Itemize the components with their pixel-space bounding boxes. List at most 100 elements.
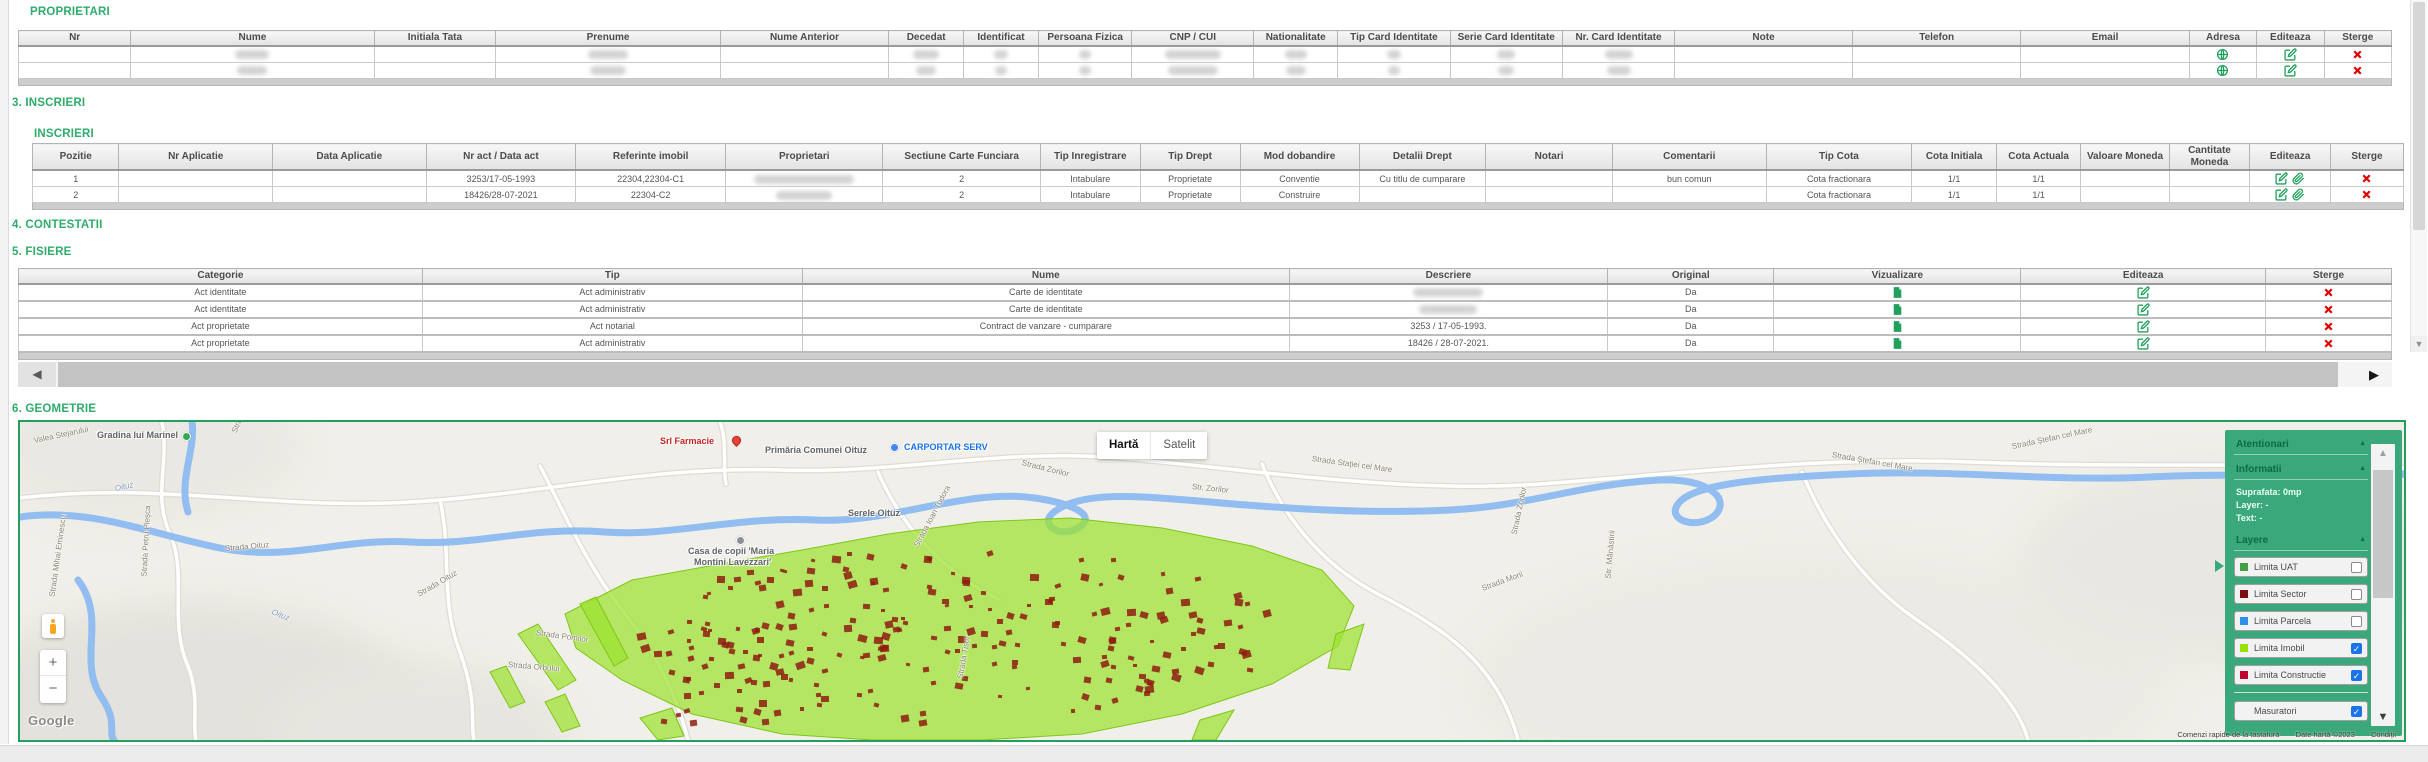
edit-icon[interactable]	[2275, 188, 2288, 201]
column-header[interactable]: Data Aplicatie	[272, 144, 426, 171]
column-header[interactable]: Adresa	[2189, 31, 2256, 46]
horizontal-scrollbar-thumb[interactable]	[58, 362, 2338, 387]
column-header[interactable]: Cantitate Moneda	[2169, 144, 2250, 171]
panel-scrollbar-thumb[interactable]	[2373, 470, 2393, 598]
layer-item-limita-constructie[interactable]: Limita Constructie✓	[2234, 665, 2368, 685]
bottom-scroll-strip[interactable]	[0, 745, 2428, 762]
panel-scrollbar[interactable]: ▲ ▼	[2371, 444, 2395, 726]
column-header[interactable]: Valoare Moneda	[2081, 144, 2169, 171]
scroll-right-arrow-icon[interactable]: ▶	[2362, 362, 2386, 387]
delete-icon[interactable]	[2351, 48, 2364, 61]
scroll-left-arrow-icon[interactable]: ◀	[18, 362, 56, 387]
blue-poi-marker-icon[interactable]	[890, 443, 899, 452]
globe-icon[interactable]	[2216, 48, 2229, 61]
paperclip-icon[interactable]	[2292, 188, 2305, 201]
layer-checkbox[interactable]	[2351, 616, 2362, 627]
column-header[interactable]: Sectiune Carte Funciara	[883, 144, 1040, 171]
paperclip-icon[interactable]	[2292, 172, 2305, 185]
keyboard-shortcuts-link[interactable]: Comenzi rapide de la tastatură	[2177, 730, 2279, 739]
column-header[interactable]: Nume	[802, 269, 1289, 284]
column-header[interactable]: Categorie	[19, 269, 423, 284]
map-canvas[interactable]: Valea StejaruluiStrada BăilorOituzStrada…	[18, 420, 2406, 742]
column-header[interactable]: Nr Aplicatie	[119, 144, 273, 171]
delete-icon[interactable]	[2322, 286, 2335, 299]
layer-item-masuratori[interactable]: Masuratori✓	[2234, 701, 2368, 721]
column-header[interactable]: Descriere	[1289, 269, 1607, 284]
poi-label[interactable]: Casa de copii 'Maria	[688, 546, 774, 556]
column-header[interactable]: Comentarii	[1612, 144, 1766, 171]
table-row[interactable]	[19, 46, 2392, 63]
edit-icon[interactable]	[2284, 48, 2297, 61]
file-icon[interactable]	[1891, 303, 1904, 316]
column-header[interactable]: Nationalitate	[1254, 31, 1338, 46]
column-header[interactable]: Detalii Drept	[1359, 144, 1486, 171]
scroll-down-arrow-icon[interactable]: ▼	[2411, 336, 2427, 352]
edit-icon[interactable]	[2137, 320, 2150, 333]
vertical-scrollbar[interactable]: ▼	[2410, 0, 2427, 352]
column-header[interactable]: Tip Drept	[1140, 144, 1240, 171]
poi-label[interactable]: Srl Farmacie	[660, 436, 714, 446]
inscrieri-grid-hscroll[interactable]	[32, 203, 2404, 210]
column-header[interactable]: Editeaza	[2021, 269, 2266, 284]
column-header[interactable]: Proprietari	[726, 144, 883, 171]
column-header[interactable]: Sterge	[2324, 31, 2392, 46]
table-row[interactable]: 13253/17-05-199322304,22304-C12Intabular…	[33, 170, 2404, 187]
column-header[interactable]: Editeaza	[2257, 31, 2324, 46]
edit-icon[interactable]	[2284, 64, 2297, 77]
column-header[interactable]: Original	[1608, 269, 1774, 284]
column-header[interactable]: Sterge	[2330, 144, 2403, 171]
panel-section-layere[interactable]: Layere ▲	[2234, 532, 2368, 551]
collapse-caret-icon[interactable]: ▲	[2359, 536, 2366, 543]
panel-section-informatii[interactable]: Informatii ▲	[2234, 461, 2368, 480]
poi-label[interactable]: Serele Oituz	[848, 508, 900, 518]
google-logo[interactable]: Google	[28, 713, 75, 728]
column-header[interactable]: Editeaza	[2250, 144, 2331, 171]
edit-icon[interactable]	[2137, 286, 2150, 299]
panel-scroll-down-icon[interactable]: ▼	[2371, 711, 2395, 723]
layer-checkbox[interactable]: ✓	[2351, 670, 2362, 681]
delete-icon[interactable]	[2351, 64, 2364, 77]
layer-checkbox[interactable]	[2351, 589, 2362, 600]
layer-item-limita-imobil[interactable]: Limita Imobil✓	[2234, 638, 2368, 658]
column-header[interactable]: Tip Inregistrare	[1040, 144, 1140, 171]
column-header[interactable]: Decedat	[889, 31, 964, 46]
collapse-caret-icon[interactable]: ▲	[2359, 465, 2366, 472]
column-header[interactable]: Identificat	[964, 31, 1039, 46]
poi-label[interactable]: CARPORTAR SERV	[904, 442, 988, 452]
column-header[interactable]: Vizualizare	[1774, 269, 2021, 284]
column-header[interactable]: Persoana Fizica	[1038, 31, 1132, 46]
file-icon[interactable]	[1891, 337, 1904, 350]
column-header[interactable]: Telefon	[1852, 31, 2020, 46]
terms-link[interactable]: Condiții	[2371, 730, 2396, 739]
collapse-caret-icon[interactable]: ▲	[2359, 440, 2366, 447]
table-row[interactable]: Act identitateAct administrativCarte de …	[19, 301, 2392, 318]
delete-icon[interactable]	[2360, 188, 2373, 201]
panel-scroll-up-icon[interactable]: ▲	[2371, 448, 2395, 459]
table-row[interactable]: Act proprietateAct notarialContract de v…	[19, 318, 2392, 335]
column-header[interactable]: Notari	[1486, 144, 1613, 171]
column-header[interactable]: Sterge	[2266, 269, 2392, 284]
column-header[interactable]: Nr act / Data act	[426, 144, 576, 171]
column-header[interactable]: Cota Initiala	[1912, 144, 1996, 171]
proprietari-grid-hscroll[interactable]	[18, 79, 2392, 86]
column-header[interactable]: Serie Card Identitate	[1450, 31, 1562, 46]
pegman-control[interactable]	[42, 614, 64, 638]
column-header[interactable]: CNP / CUI	[1132, 31, 1254, 46]
poi-label[interactable]: Montini Lavezzari'	[694, 557, 771, 567]
column-header[interactable]: Prenume	[496, 31, 721, 46]
table-row[interactable]: Act proprietateAct administrativ18426 / …	[19, 335, 2392, 352]
layer-checkbox[interactable]	[2351, 562, 2362, 573]
edit-icon[interactable]	[2137, 303, 2150, 316]
column-header[interactable]: Mod dobandire	[1240, 144, 1359, 171]
file-icon[interactable]	[1891, 320, 1904, 333]
column-header[interactable]: Nume Anterior	[720, 31, 888, 46]
gray-poi-marker-icon[interactable]	[736, 536, 745, 545]
poi-label[interactable]: Gradina lui Marinel	[97, 430, 178, 440]
fisiere-grid-hscroll[interactable]	[18, 353, 2392, 360]
zoom-in-button[interactable]: +	[40, 650, 66, 676]
column-header[interactable]: Referinte imobil	[576, 144, 726, 171]
column-header[interactable]: Email	[2021, 31, 2189, 46]
table-row[interactable]: Act identitateAct administrativCarte de …	[19, 284, 2392, 301]
column-header[interactable]: Initiala Tata	[374, 31, 496, 46]
delete-icon[interactable]	[2322, 303, 2335, 316]
